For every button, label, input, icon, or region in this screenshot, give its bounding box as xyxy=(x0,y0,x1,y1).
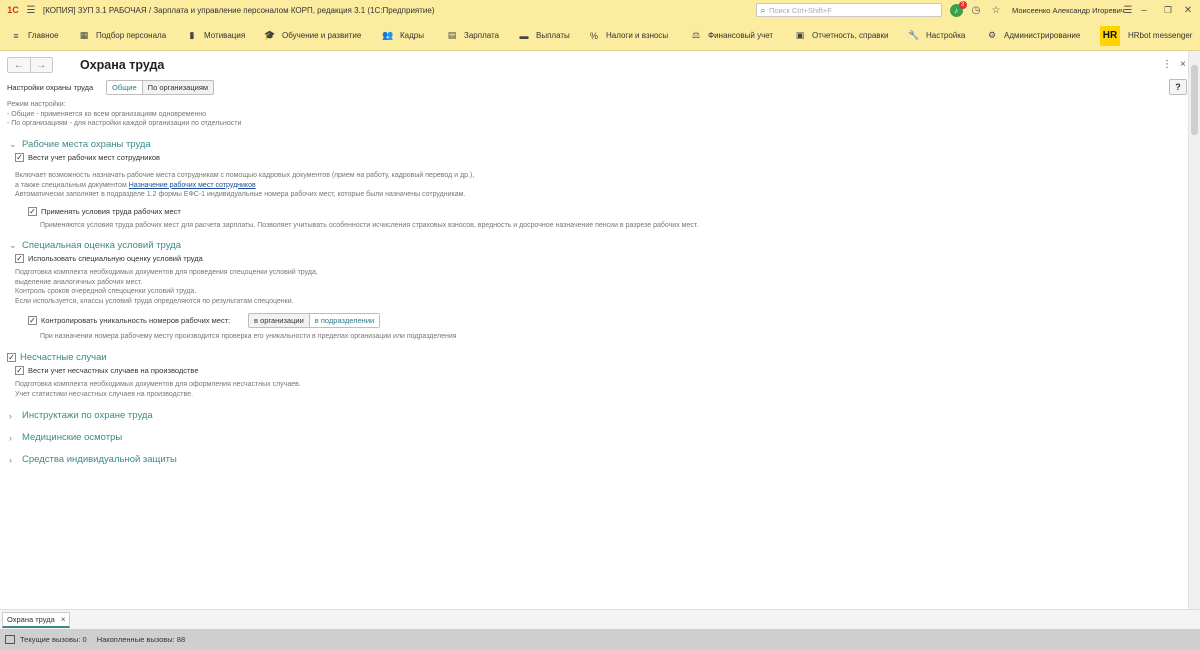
mode-help-text: Режим настройки: - Общие - применяется к… xyxy=(7,101,242,128)
percent-icon: % xyxy=(589,30,598,41)
group-workplaces[interactable]: ⌄ Рабочие места охраны труда xyxy=(9,139,151,150)
scope-organization-option[interactable]: в организации xyxy=(249,314,309,327)
checkbox-checked-icon: ✓ xyxy=(15,365,24,375)
vertical-scrollbar[interactable] xyxy=(1188,51,1200,609)
menu-main[interactable]: ≡ Главное xyxy=(10,20,58,51)
menu-motivation[interactable]: ▮ Мотивация xyxy=(186,20,246,51)
form-area: ← → Охрана труда ⋮ × ? Настройки охраны … xyxy=(0,51,1200,609)
track-workplaces-checkbox[interactable]: ✓ Вести учет рабочих мест сотрудников xyxy=(15,153,160,162)
notifications-button[interactable]: ♪ 3 xyxy=(948,0,967,20)
use-assessment-checkbox[interactable]: ✓ Использовать специальную оценку условий… xyxy=(15,254,203,263)
tab-labor-protection[interactable]: Охрана труда × xyxy=(2,612,71,628)
group-accidents[interactable]: ✓ Несчастные случаи xyxy=(7,352,107,363)
menu-taxes[interactable]: % Налоги и взносы xyxy=(588,20,668,51)
window-title: [КОПИЯ] ЗУП 3.1 РАБОЧАЯ / Зарплата и упр… xyxy=(43,5,435,15)
menu-personnel[interactable]: 👥 Кадры xyxy=(382,20,424,51)
search-placeholder: Поиск Ctrl+Shift+F xyxy=(769,5,832,15)
menu-icon: ≡ xyxy=(13,30,19,41)
chevron-right-icon: › xyxy=(9,410,12,421)
settings-label: Настройки охраны труда xyxy=(7,83,94,92)
menu-salary[interactable]: ▤ Зарплата xyxy=(446,20,499,51)
menu-recruiting[interactable]: ▦ Подбор персонала xyxy=(78,20,166,51)
graduation-icon: 🎓 xyxy=(264,30,276,40)
chevron-down-icon: ⌄ xyxy=(9,240,17,250)
close-form-icon[interactable]: × xyxy=(1180,59,1186,70)
restore-icon[interactable]: ❐ xyxy=(1160,0,1176,20)
favorites-icon[interactable]: ☆ xyxy=(988,0,1004,20)
windows-icon[interactable] xyxy=(5,634,15,644)
bell-icon: ♪ 3 xyxy=(949,0,967,17)
accidents-description: Подготовка комплекта необходимых докумен… xyxy=(15,381,301,398)
recruiting-icon: ▦ xyxy=(79,30,89,40)
apply-conditions-description: Применяются условия труда рабочих мест д… xyxy=(40,222,699,229)
apply-conditions-checkbox[interactable]: ✓ Применять условия труда рабочих мест xyxy=(28,207,181,216)
chevron-right-icon: › xyxy=(9,454,12,465)
app-logo: 1С xyxy=(7,5,19,15)
assign-workplaces-link[interactable]: Назначение рабочих мест сотрудников xyxy=(129,182,256,189)
scales-icon: ⚖ xyxy=(691,30,701,40)
status-bar: Текущие вызовы: 0 Накопленные вызовы: 88 xyxy=(0,629,1200,649)
calculator-icon: ▤ xyxy=(447,30,457,40)
current-calls: Текущие вызовы: 0 xyxy=(20,634,87,644)
group-protective-equipment[interactable]: › Средства индивидуальной защиты xyxy=(9,454,177,465)
checkbox-checked-icon: ✓ xyxy=(15,253,24,263)
search-input[interactable]: ⌕ Поиск Ctrl+Shift+F xyxy=(756,3,942,17)
more-actions-icon[interactable]: ⋮ xyxy=(1162,59,1172,70)
checkbox-checked-icon: ✓ xyxy=(15,152,24,162)
chevron-down-icon: ⌄ xyxy=(9,139,17,149)
group-special-assessment[interactable]: ⌄ Специальная оценка условий труда xyxy=(9,240,181,251)
menu-administration[interactable]: ⚙ Администрирование xyxy=(986,20,1080,51)
group-medical-exams[interactable]: › Медицинские осмотры xyxy=(9,432,122,443)
mode-tab-by-organization[interactable]: По организациям xyxy=(141,81,213,94)
checkbox-checked-icon[interactable]: ✓ xyxy=(7,353,16,362)
workplaces-description: Включает возможность назначать рабочие м… xyxy=(15,172,475,199)
help-button[interactable]: ? xyxy=(1169,79,1187,95)
assessment-description: Подготовка комплекта необходимых докумен… xyxy=(15,269,318,306)
checkbox-checked-icon: ✓ xyxy=(28,315,37,325)
checkbox-checked-icon: ✓ xyxy=(28,206,37,216)
menu-settings[interactable]: 🔧 Настройка xyxy=(908,20,965,51)
unique-numbers-description: При назначении номера рабочему месту про… xyxy=(40,333,457,340)
scrollbar-thumb[interactable] xyxy=(1191,65,1198,135)
mode-switch: Общие По организациям xyxy=(106,80,215,95)
back-arrow-icon[interactable]: ← xyxy=(8,58,31,72)
history-icon[interactable]: ◷ xyxy=(968,0,984,20)
track-accidents-checkbox[interactable]: ✓ Вести учет несчастных случаев на произв… xyxy=(15,366,199,375)
group-briefings[interactable]: › Инструктажи по охране труда xyxy=(9,410,153,421)
page-title: Охрана труда xyxy=(80,58,165,72)
motivation-icon: ▮ xyxy=(189,30,195,40)
gear-icon: ⚙ xyxy=(987,30,997,40)
settings-menu-icon[interactable]: ☰ xyxy=(1120,0,1136,20)
main-menu-icon[interactable]: ☰ xyxy=(23,0,39,20)
forward-arrow-icon[interactable]: → xyxy=(31,58,53,72)
menu-finance[interactable]: ⚖ Финансовый учет xyxy=(690,20,773,51)
scope-department-option[interactable]: в подразделении xyxy=(308,314,380,327)
uniqueness-scope-switch: в организации в подразделении xyxy=(248,313,381,328)
search-icon: ⌕ xyxy=(760,4,766,15)
hr-logo-icon: HR xyxy=(1100,25,1120,46)
menu-training[interactable]: 🎓 Обучение и развитие xyxy=(264,20,361,51)
menu-hrbot[interactable]: HR HRbot messenger xyxy=(1100,20,1192,51)
mode-tab-general[interactable]: Общие xyxy=(107,81,142,94)
minimize-icon[interactable]: – xyxy=(1136,0,1152,20)
notifications-count: 3 xyxy=(958,0,967,9)
wallet-icon: ▬ xyxy=(519,30,529,41)
reports-icon: ▣ xyxy=(795,30,805,40)
people-icon: 👥 xyxy=(382,30,394,40)
unique-numbers-checkbox[interactable]: ✓ Контролировать уникальность номеров раб… xyxy=(28,316,230,325)
close-icon[interactable]: ✕ xyxy=(1180,0,1196,20)
menu-reports[interactable]: ▣ Отчетность, справки xyxy=(794,20,889,51)
chevron-right-icon: › xyxy=(9,432,12,443)
user-name[interactable]: Моисеенко Александр Игоревич xyxy=(1012,0,1125,20)
nav-buttons: ← → xyxy=(7,57,53,73)
close-tab-icon[interactable]: × xyxy=(61,615,66,624)
open-windows-bar: Охрана труда × xyxy=(0,609,1200,629)
wrench-icon: 🔧 xyxy=(908,30,920,40)
accumulated-calls: Накопленные вызовы: 88 xyxy=(96,634,186,644)
menu-payments[interactable]: ▬ Выплаты xyxy=(518,20,570,51)
